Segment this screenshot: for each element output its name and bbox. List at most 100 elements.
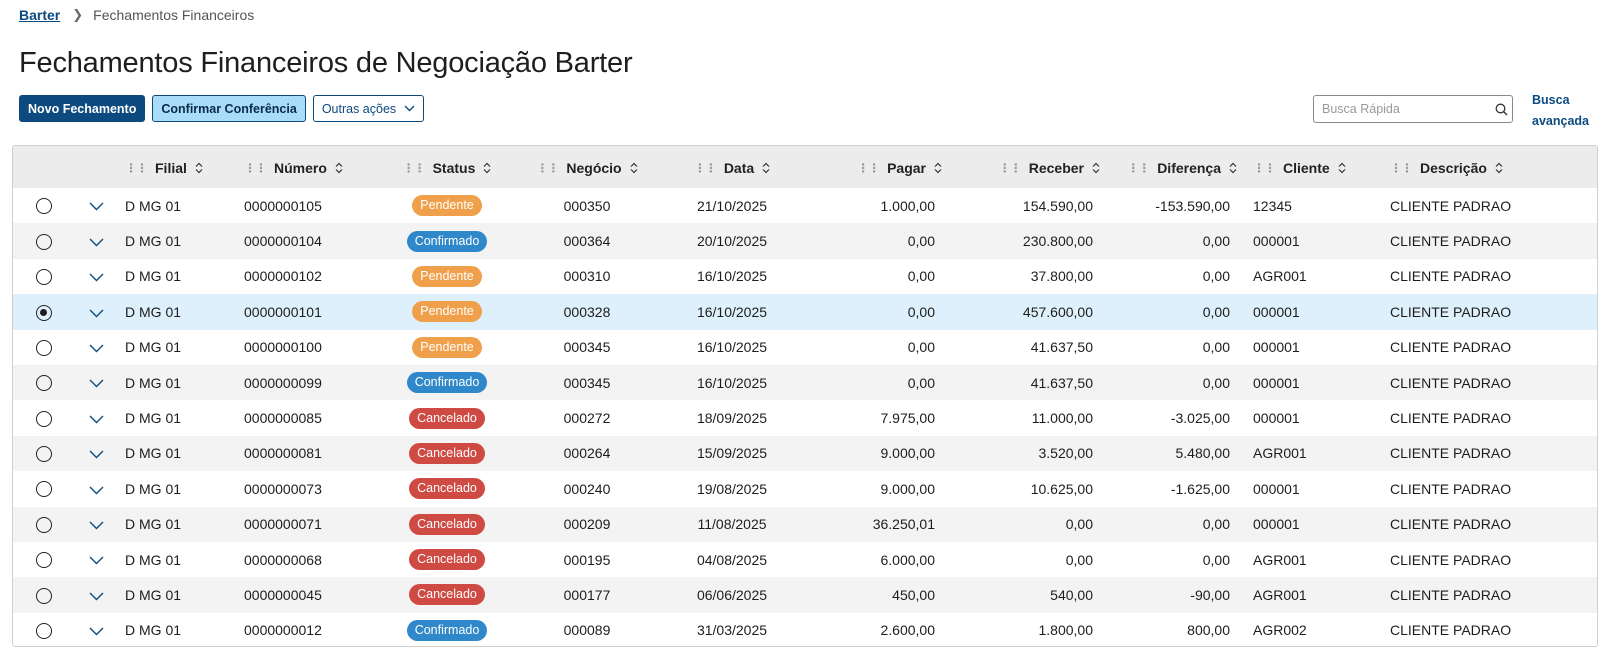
table-row[interactable]: D MG 01 0000000012 Confirmado 000089 31/03/2… [13,612,1597,646]
drag-handle-icon[interactable]: ⋮⋮ [1127,161,1150,175]
sort-icon[interactable] [195,162,203,174]
sort-icon[interactable] [1495,162,1503,174]
chevron-down-icon[interactable] [89,238,104,247]
sort-icon[interactable] [483,162,491,174]
drag-handle-icon[interactable]: ⋮⋮ [694,161,717,175]
cell-diferenca: 0,00 [1202,516,1230,533]
sort-icon[interactable] [934,162,942,174]
advanced-search-link[interactable]: Busca avançada [1532,90,1590,132]
breadcrumb: Barter ❯ Fechamentos Financeiros [19,6,254,24]
chevron-down-icon[interactable] [89,450,104,459]
breadcrumb-root-link[interactable]: Barter [19,7,60,23]
column-header-pagar[interactable]: ⋮⋮ Pagar [803,146,950,188]
status-badge: Cancelado [409,407,485,429]
row-select-radio[interactable] [36,481,52,498]
drag-handle-icon[interactable]: ⋮⋮ [125,161,148,175]
sort-icon[interactable] [630,162,638,174]
chevron-down-icon[interactable] [89,344,104,353]
table-row[interactable]: D MG 01 0000000085 Cancelado 000272 18/09/20… [13,400,1597,436]
table-row[interactable]: D MG 01 0000000071 Cancelado 000209 11/08/20… [13,506,1597,542]
sort-icon[interactable] [1338,162,1346,174]
column-header-cliente[interactable]: ⋮⋮ Cliente [1245,146,1382,188]
cell-diferenca: -1.625,00 [1170,480,1230,497]
row-select-radio[interactable] [36,304,52,321]
quick-search-input[interactable] [1314,96,1491,122]
row-select-radio[interactable] [36,375,52,392]
row-select-radio[interactable] [36,198,52,215]
column-header-diferenca[interactable]: ⋮⋮ Diferença [1108,146,1245,188]
table-row[interactable]: D MG 01 0000000068 Cancelado 000195 04/08/20… [13,541,1597,578]
table-row[interactable]: D MG 01 0000000104 Confirmado 000364 20/10/2… [13,223,1597,259]
sort-icon[interactable] [1229,162,1237,174]
column-header-label: Diferença [1157,159,1221,176]
chevron-down-icon[interactable] [89,556,104,565]
drag-handle-icon[interactable]: ⋮⋮ [244,161,267,175]
table-row[interactable]: D MG 01 0000000101 Pendente 000328 16/10/202… [13,294,1597,330]
drag-handle-icon[interactable]: ⋮⋮ [857,161,880,175]
cell-status: Pendente [381,330,513,365]
column-header-status[interactable]: ⋮⋮ Status [381,146,513,188]
table-row[interactable]: D MG 01 0000000100 Pendente 000345 16/10/202… [13,329,1597,365]
drag-handle-icon[interactable]: ⋮⋮ [1253,161,1276,175]
row-select-radio[interactable] [36,233,52,250]
cell-expand [75,400,117,435]
table-row[interactable]: D MG 01 0000000099 Confirmado 000345 16/10/2… [13,364,1597,401]
cell-diferenca: -153.590,00 [1155,197,1230,214]
chevron-down-icon[interactable] [89,379,104,388]
row-select-radio[interactable] [36,587,52,604]
column-header-data[interactable]: ⋮⋮ Data [661,146,803,188]
row-select-radio[interactable] [36,446,52,463]
cell-diferenca: 0,00 [1202,551,1230,568]
chevron-down-icon[interactable] [89,202,104,211]
cell-negocio: 000350 [563,197,611,214]
sort-icon[interactable] [762,162,770,174]
chevron-down-icon[interactable] [89,627,104,636]
cell-expand [75,223,117,258]
table-row[interactable]: D MG 01 0000000081 Cancelado 000264 15/09/20… [13,435,1597,472]
breadcrumb-current: Fechamentos Financeiros [93,7,255,23]
column-header-receber[interactable]: ⋮⋮ Receber [950,146,1108,188]
drag-handle-icon[interactable]: ⋮⋮ [403,161,426,175]
row-select-radio[interactable] [36,339,52,356]
search-icon[interactable] [1491,103,1512,116]
page-title: Fechamentos Financeiros de Negociação Ba… [19,47,633,79]
row-select-radio[interactable] [36,269,52,286]
table-row[interactable]: D MG 01 0000000102 Pendente 000310 16/10/202… [13,258,1597,295]
new-closing-button[interactable]: Novo Fechamento [19,95,146,122]
table-row[interactable]: D MG 01 0000000073 Cancelado 000240 19/08/20… [13,471,1597,507]
column-header-negocio[interactable]: ⋮⋮ Negócio [513,146,661,188]
cell-status: Cancelado [381,507,513,542]
chevron-down-icon [404,105,415,112]
sort-icon[interactable] [335,162,343,174]
cell-pagar: 0,00 [907,268,935,285]
table-row[interactable]: D MG 01 0000000105 Pendente 000350 21/10/202… [13,188,1597,224]
row-select-radio[interactable] [36,552,52,569]
drag-handle-icon[interactable]: ⋮⋮ [1390,161,1413,175]
row-select-radio[interactable] [36,516,52,533]
chevron-down-icon[interactable] [89,521,104,530]
drag-handle-icon[interactable]: ⋮⋮ [536,161,559,175]
chevron-down-icon[interactable] [89,415,104,424]
cell-select [13,542,75,577]
more-actions-button[interactable]: Outras ações [312,95,425,122]
table-row[interactable]: D MG 01 0000000045 Cancelado 000177 06/06/20… [13,577,1597,613]
cell-select [13,365,75,400]
cell-cliente: AGR001 [1253,551,1307,568]
chevron-down-icon[interactable] [89,486,104,495]
column-header-descricao[interactable]: ⋮⋮ Descrição [1382,146,1597,188]
cell-receber: 540,00 [1050,586,1093,603]
drag-handle-icon[interactable]: ⋮⋮ [999,161,1022,175]
row-select-radio[interactable] [36,410,52,427]
cell-filial: D MG 01 [125,516,182,533]
sort-icon[interactable] [1092,162,1100,174]
more-actions-label: Outras ações [321,101,397,116]
chevron-down-icon[interactable] [89,309,104,318]
confirm-review-button[interactable]: Confirmar Conferência [152,95,306,122]
column-header-numero[interactable]: ⋮⋮ Número [236,146,381,188]
row-select-radio[interactable] [36,623,52,640]
cell-select [13,471,75,506]
cell-descricao: CLIENTE PADRAO [1390,339,1512,356]
column-header-filial[interactable]: ⋮⋮ Filial [117,146,236,188]
chevron-down-icon[interactable] [89,273,104,282]
chevron-down-icon[interactable] [89,592,104,601]
